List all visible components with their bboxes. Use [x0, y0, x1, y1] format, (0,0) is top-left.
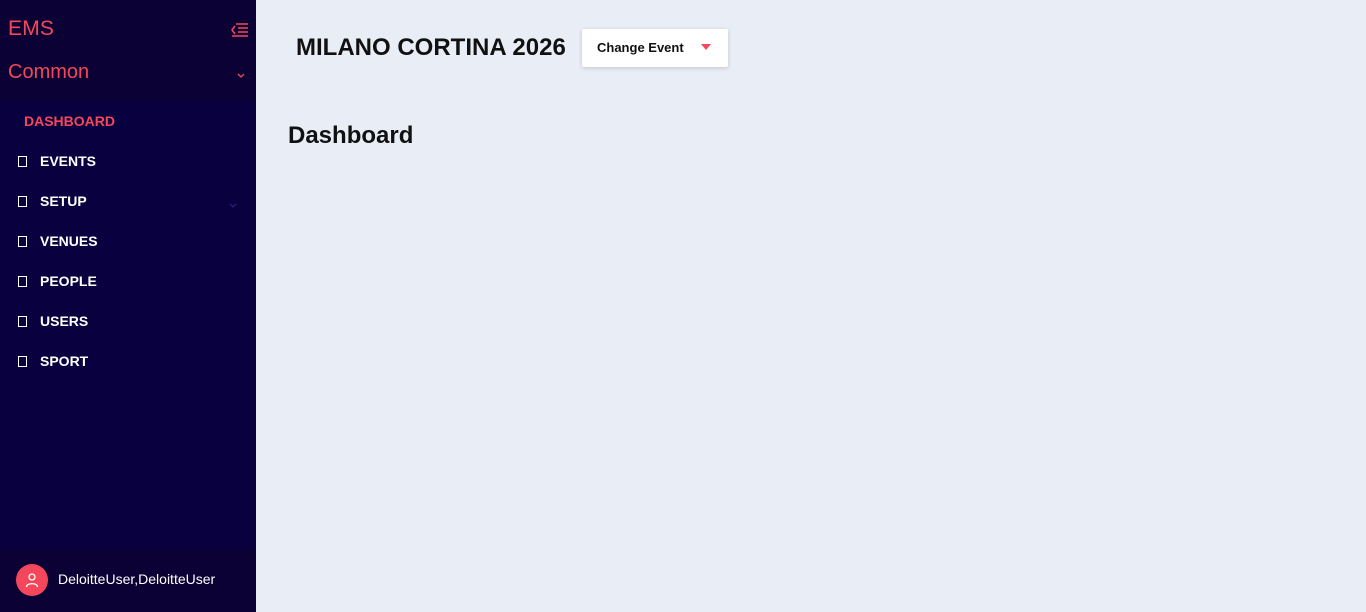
caret-down-icon	[701, 44, 711, 50]
sidebar-item-people[interactable]: PEOPLE	[0, 261, 256, 301]
change-event-dropdown[interactable]: Change Event	[582, 29, 728, 67]
sidebar-item-sport[interactable]: SPORT	[0, 341, 256, 381]
avatar[interactable]	[16, 564, 48, 596]
module-label: Common	[8, 61, 90, 83]
venues-icon	[18, 236, 27, 247]
user-icon	[25, 573, 39, 588]
event-title: MILANO CORTINA 2026	[296, 34, 566, 61]
sidebar-item-label: VENUES	[40, 233, 98, 249]
collapse-menu-icon[interactable]	[229, 22, 249, 38]
people-icon	[18, 276, 27, 287]
events-icon	[18, 156, 27, 167]
sidebar-item-label: SPORT	[40, 353, 89, 369]
sport-icon	[18, 356, 27, 367]
sidebar-item-venues[interactable]: VENUES	[0, 221, 256, 261]
sidebar-item-label: DASHBOARD	[24, 113, 115, 129]
change-event-label: Change Event	[597, 40, 684, 55]
sidebar-item-users[interactable]: USERS	[0, 301, 256, 341]
chevron-down-icon	[228, 197, 238, 208]
sidebar-header: EMS Common	[0, 0, 256, 101]
app-brand[interactable]: EMS	[8, 17, 54, 41]
user-name: DeloitteUser,DeloitteUser	[58, 571, 216, 587]
module-selector[interactable]: Common	[0, 58, 256, 88]
sidebar: EMS Common DASHBOARD EVENTS SETUP VENUES…	[0, 0, 256, 612]
sidebar-item-label: SETUP	[40, 193, 87, 209]
chevron-down-icon	[236, 67, 246, 78]
sidebar-item-label: USERS	[40, 313, 89, 329]
setup-icon	[18, 196, 27, 207]
sidebar-item-events[interactable]: EVENTS	[0, 141, 256, 181]
sidebar-item-label: EVENTS	[40, 153, 97, 169]
user-profile[interactable]: DeloitteUser,DeloitteUser	[0, 548, 256, 612]
sidebar-item-setup[interactable]: SETUP	[0, 181, 256, 221]
users-icon	[18, 316, 27, 327]
sidebar-item-dashboard[interactable]: DASHBOARD	[0, 101, 256, 141]
sidebar-item-label: PEOPLE	[40, 273, 97, 289]
page-title: Dashboard	[288, 122, 414, 149]
